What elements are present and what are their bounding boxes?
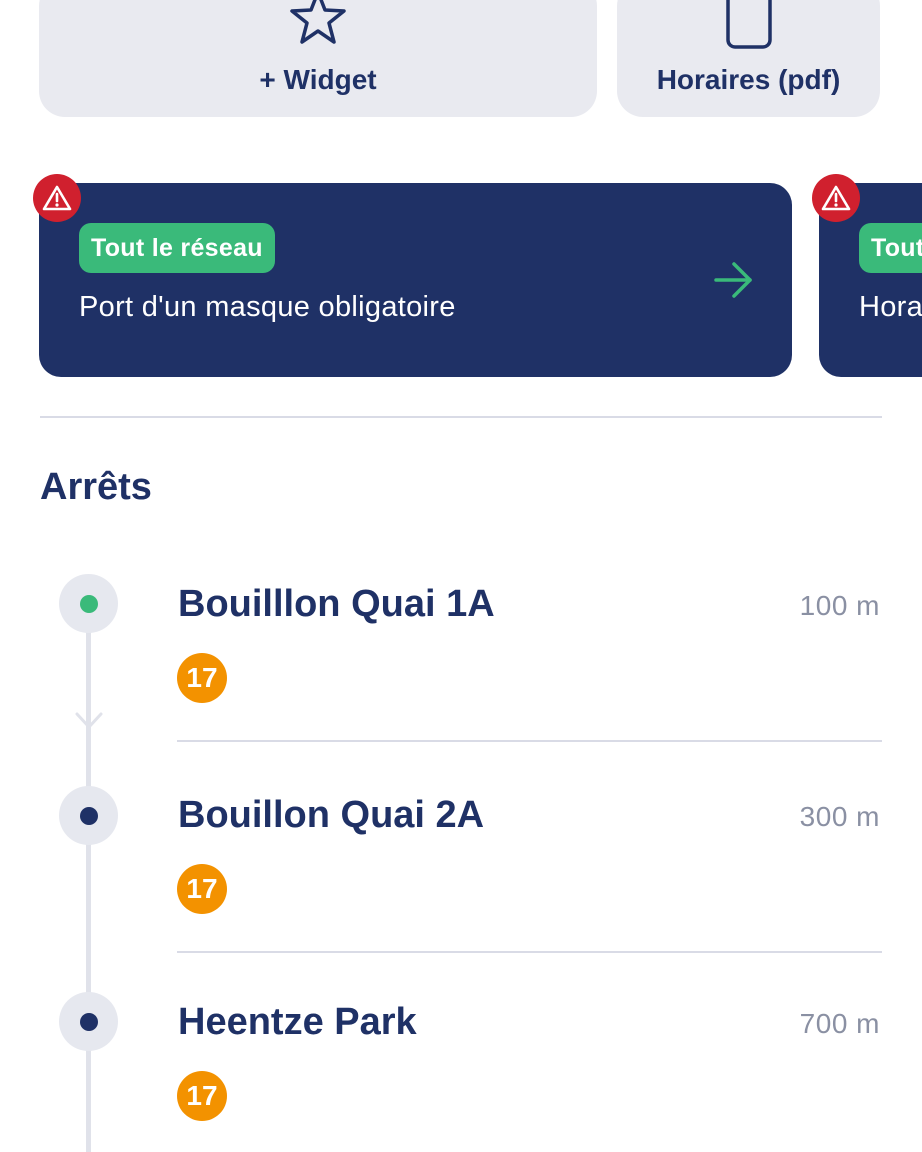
alert-message: Hora xyxy=(859,291,922,323)
stop-name: Bouilllon Quai 1A xyxy=(178,583,495,625)
alert-card[interactable]: Tout le réseau Port d'un masque obligato… xyxy=(39,183,792,377)
alert-scope-pill: Tout xyxy=(859,223,922,273)
timetable-pdf-label: Horaires (pdf) xyxy=(656,64,841,95)
section-divider xyxy=(40,416,882,418)
stop-node xyxy=(59,574,118,633)
line-badge[interactable]: 17 xyxy=(177,864,227,914)
stop-separator xyxy=(177,951,882,953)
line-badge[interactable]: 17 xyxy=(177,1071,227,1121)
stop-node xyxy=(59,992,118,1051)
stop-name: Heentze Park xyxy=(178,1001,417,1043)
star-icon xyxy=(288,0,348,55)
timetable-pdf-button[interactable]: Horaires (pdf) xyxy=(617,0,880,117)
stop-dot xyxy=(79,806,98,825)
alert-message: Port d'un masque obligatoire xyxy=(79,291,456,323)
timeline-line xyxy=(86,604,91,1152)
chevron-down-icon xyxy=(74,710,104,737)
stops-section-title: Arrêts xyxy=(40,466,152,508)
warning-icon xyxy=(33,174,81,222)
stop-distance: 300 m xyxy=(799,801,880,832)
document-icon xyxy=(724,0,774,55)
stop-separator xyxy=(177,740,882,742)
stop-dot xyxy=(79,1012,98,1031)
stop-name: Bouillon Quai 2A xyxy=(178,794,485,836)
stop-distance: 100 m xyxy=(799,590,880,621)
line-badge[interactable]: 17 xyxy=(177,653,227,703)
alert-scope-pill: Tout le réseau xyxy=(79,223,275,273)
arrow-right-icon xyxy=(712,258,756,307)
warning-icon xyxy=(812,174,860,222)
current-stop-dot xyxy=(79,594,98,613)
page: + Widget Horaires (pdf) Tout le réseau P… xyxy=(0,0,922,1152)
stop-node xyxy=(59,786,118,845)
stop-distance: 700 m xyxy=(799,1008,880,1039)
add-widget-label: + Widget xyxy=(259,64,377,95)
add-widget-button[interactable]: + Widget xyxy=(39,0,597,117)
